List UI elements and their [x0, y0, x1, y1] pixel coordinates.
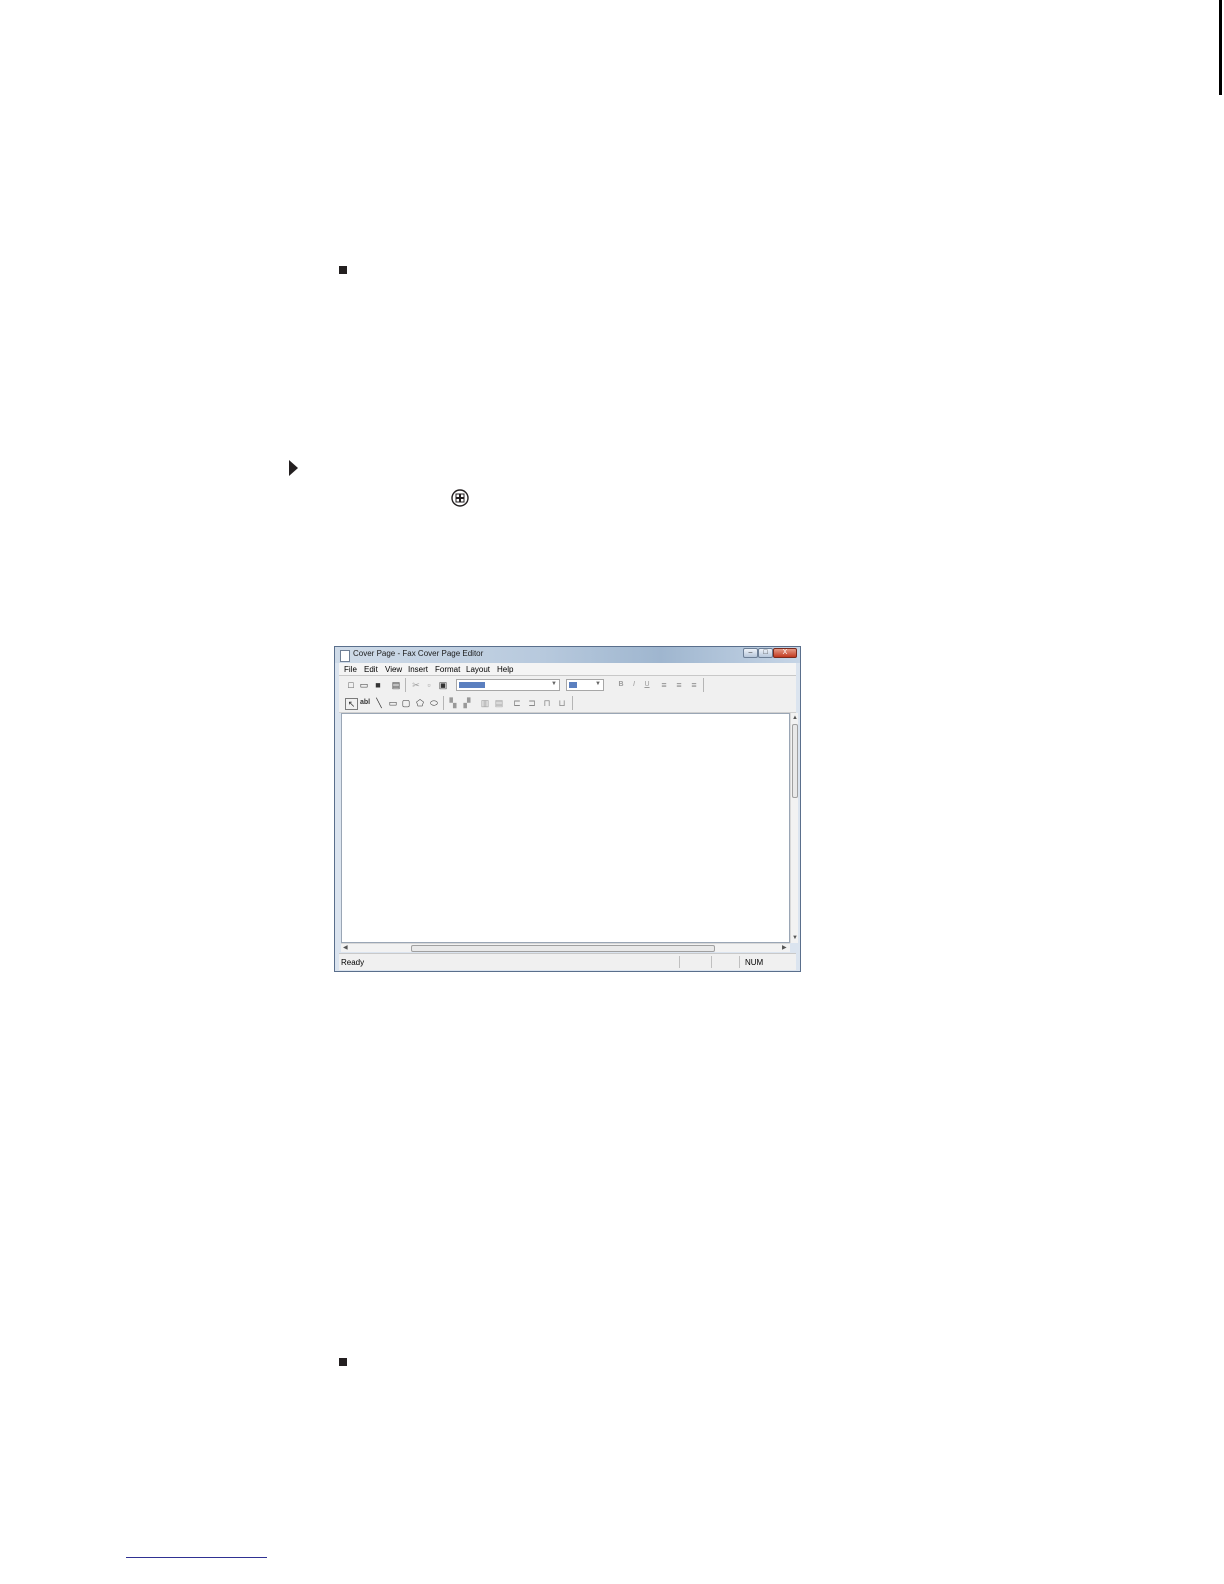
- document-icon: [340, 650, 350, 662]
- horizontal-scroll-thumb[interactable]: [411, 945, 715, 952]
- menu-bar: File Edit View Insert Format Layout Help: [339, 663, 796, 676]
- status-divider: [711, 956, 712, 968]
- space-down-icon[interactable]: ▤: [494, 698, 504, 708]
- menu-edit[interactable]: Edit: [364, 665, 378, 674]
- section-end-marker-top: [339, 266, 347, 274]
- scroll-up-icon[interactable]: ▲: [792, 715, 798, 721]
- align-center-icon[interactable]: ≡: [674, 680, 684, 690]
- align-right-icon[interactable]: ≡: [689, 680, 699, 690]
- select-pointer-icon[interactable]: ↖: [345, 698, 358, 710]
- procedure-arrow-icon: [289, 460, 298, 476]
- menu-help[interactable]: Help: [497, 665, 513, 674]
- copy-icon[interactable]: ▫: [424, 680, 434, 690]
- italic-icon[interactable]: I: [629, 680, 639, 690]
- status-divider: [739, 956, 740, 968]
- toolbar-divider: [703, 678, 704, 692]
- text-tool-icon[interactable]: abl: [358, 698, 372, 708]
- align-top-objects-icon[interactable]: ⊓: [542, 698, 552, 708]
- new-icon[interactable]: □: [346, 680, 356, 690]
- status-ready-text: Ready: [341, 958, 365, 967]
- polygon-tool-icon[interactable]: ⬠: [415, 698, 425, 708]
- scroll-right-icon[interactable]: ▶: [782, 945, 787, 951]
- footer-link-underline: [126, 1557, 267, 1558]
- rounded-rectangle-tool-icon[interactable]: ▢: [401, 698, 411, 708]
- font-size-selection: [569, 682, 577, 688]
- page-edge-tab: [1219, 0, 1222, 95]
- num-lock-indicator: NUM: [745, 958, 764, 967]
- title-bar[interactable]: Cover Page - Fax Cover Page Editor – □ X: [335, 647, 800, 663]
- horizontal-scrollbar[interactable]: ◀ ▶: [341, 943, 790, 952]
- menu-insert[interactable]: Insert: [408, 665, 428, 674]
- save-icon[interactable]: ■: [373, 680, 383, 690]
- chevron-down-icon[interactable]: ▼: [551, 681, 557, 687]
- standard-toolbar: □ ▭ ■ ▤ ✂ ▫ ▣ ▼ ▼ B I U ≡ ≡ ≡: [339, 676, 796, 695]
- paste-icon[interactable]: ▣: [438, 680, 448, 690]
- space-across-icon[interactable]: ▥: [480, 698, 490, 708]
- section-end-marker-bottom: [339, 1358, 347, 1366]
- cover-page-canvas[interactable]: [341, 713, 790, 943]
- status-bar: Ready NUM: [339, 953, 796, 970]
- font-name-selection: [459, 682, 485, 688]
- send-to-back-icon[interactable]: ▞: [462, 698, 472, 708]
- toolbar-divider: [405, 678, 406, 692]
- scroll-left-icon[interactable]: ◀: [343, 945, 348, 951]
- menu-view[interactable]: View: [385, 665, 402, 674]
- status-divider: [679, 956, 680, 968]
- toolbar-divider: [443, 696, 444, 710]
- close-button[interactable]: X: [773, 648, 797, 658]
- bold-icon[interactable]: B: [616, 680, 626, 690]
- drawing-toolbar: ↖ abl ╲ ▭ ▢ ⬠ ⬭ ▚ ▞ ▥ ▤ ⊏ ⊐ ⊓ ⊔: [339, 694, 796, 713]
- align-left-icon[interactable]: ≡: [659, 680, 669, 690]
- scroll-down-icon[interactable]: ▼: [792, 935, 798, 941]
- cut-icon[interactable]: ✂: [411, 680, 421, 690]
- window-title: Cover Page - Fax Cover Page Editor: [353, 649, 484, 658]
- font-name-select[interactable]: ▼: [456, 679, 560, 691]
- open-icon[interactable]: ▭: [359, 680, 369, 690]
- rectangle-tool-icon[interactable]: ▭: [388, 698, 398, 708]
- vertical-scroll-thumb[interactable]: [792, 724, 798, 798]
- vertical-scrollbar[interactable]: ▲ ▼: [790, 713, 798, 943]
- menu-file[interactable]: File: [344, 665, 357, 674]
- toolbar-divider: [572, 696, 573, 710]
- maximize-button[interactable]: □: [758, 648, 773, 658]
- align-left-objects-icon[interactable]: ⊏: [512, 698, 522, 708]
- font-size-select[interactable]: ▼: [566, 679, 604, 691]
- minimize-button[interactable]: –: [743, 648, 758, 658]
- align-right-objects-icon[interactable]: ⊐: [527, 698, 537, 708]
- menu-layout[interactable]: Layout: [466, 665, 490, 674]
- underline-icon[interactable]: U: [642, 680, 652, 690]
- line-tool-icon[interactable]: ╲: [374, 698, 384, 708]
- bring-to-front-icon[interactable]: ▚: [448, 698, 458, 708]
- windows-start-icon: [451, 489, 469, 507]
- ellipse-tool-icon[interactable]: ⬭: [429, 698, 439, 708]
- chevron-down-icon[interactable]: ▼: [595, 681, 601, 687]
- align-bottom-objects-icon[interactable]: ⊔: [557, 698, 567, 708]
- fax-cover-page-editor-window: Cover Page - Fax Cover Page Editor – □ X…: [334, 646, 801, 972]
- print-icon[interactable]: ▤: [391, 680, 401, 690]
- menu-format[interactable]: Format: [435, 665, 460, 674]
